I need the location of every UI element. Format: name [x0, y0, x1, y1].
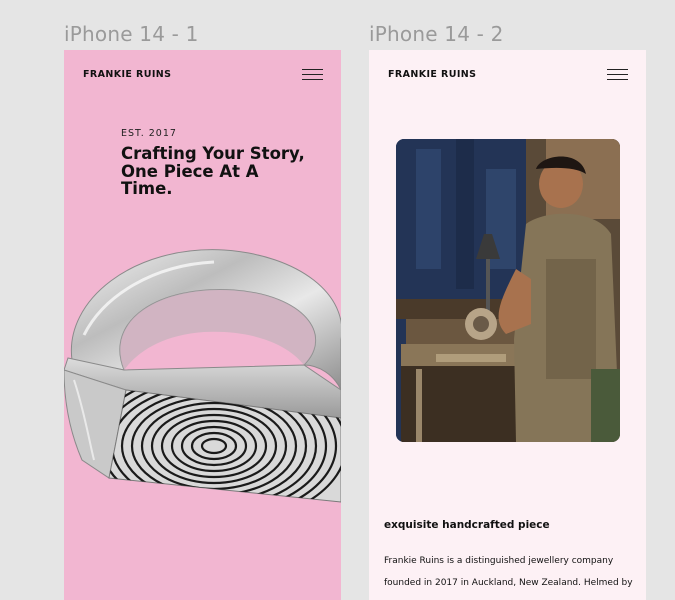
- established-label: EST. 2017: [121, 128, 177, 139]
- frame-label-iphone-14-2[interactable]: iPhone 14 - 2: [369, 22, 504, 46]
- fingerprint-ring-image: [64, 249, 341, 503]
- hamburger-menu-icon[interactable]: [607, 69, 628, 81]
- hero-title-line: Crafting Your Story,: [121, 144, 305, 163]
- section-subheading: exquisite handcrafted piece: [384, 519, 550, 531]
- body-text-line: founded in 2017 in Auckland, New Zealand…: [384, 578, 633, 588]
- hamburger-menu-icon[interactable]: [302, 69, 323, 81]
- hero-title: Crafting Your Story, One Piece At A Time…: [121, 145, 326, 198]
- hero-title-line: Time.: [121, 179, 173, 198]
- frame-label-iphone-14-1[interactable]: iPhone 14 - 1: [64, 22, 199, 46]
- hero-title-line: One Piece At A: [121, 161, 259, 181]
- artboard-iphone-14-2[interactable]: FRANKIE RUINS exquisite handcrafted piec…: [369, 50, 646, 600]
- body-text-line: Frankie Ruins is a distinguished jewelle…: [384, 556, 614, 566]
- brand-logo[interactable]: FRANKIE RUINS: [388, 69, 476, 80]
- artboard-iphone-14-1[interactable]: FRANKIE RUINS EST. 2017 Crafting Your St…: [64, 50, 341, 600]
- jeweller-workshop-photo: [396, 139, 620, 442]
- brand-logo[interactable]: FRANKIE RUINS: [83, 69, 171, 80]
